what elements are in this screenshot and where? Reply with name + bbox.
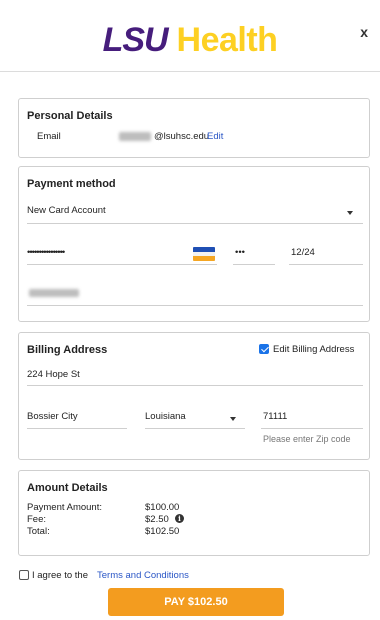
fee-value: $2.50 bbox=[145, 514, 169, 525]
email-domain: @lsuhsc.edu bbox=[154, 131, 210, 142]
edit-email-link[interactable]: Edit bbox=[207, 131, 223, 142]
payment-method-underline bbox=[27, 223, 363, 224]
zip-hint: Please enter Zip code bbox=[263, 434, 351, 444]
header: LSU Health x bbox=[0, 0, 380, 72]
card-number-underline bbox=[27, 264, 217, 265]
payment-method-value: New Card Account bbox=[27, 205, 106, 216]
cardholder-name-redacted bbox=[29, 289, 79, 297]
total-value: $102.50 bbox=[145, 526, 180, 537]
billing-address-title: Billing Address bbox=[27, 344, 108, 356]
payment-method-card: Payment method New Card Account ••••••••… bbox=[18, 166, 370, 322]
fee-label: Fee: bbox=[27, 514, 47, 525]
edit-billing-label: Edit Billing Address bbox=[273, 344, 355, 355]
pay-button[interactable]: PAY $102.50 bbox=[108, 588, 284, 616]
cvv-underline bbox=[233, 264, 275, 265]
zip-value: 71111 bbox=[263, 411, 288, 422]
amount-details-card: Amount Details Payment Amount: $100.00 F… bbox=[18, 470, 370, 556]
payment-amount-label: Payment Amount: bbox=[27, 502, 102, 513]
lsu-health-logo: LSU Health bbox=[0, 20, 380, 60]
credit-card-icon bbox=[193, 247, 215, 261]
state-underline bbox=[145, 428, 245, 429]
logo-health-text: Health bbox=[176, 21, 278, 59]
amount-details-title: Amount Details bbox=[27, 482, 108, 494]
personal-details-title: Personal Details bbox=[27, 110, 113, 122]
close-button[interactable]: x bbox=[360, 24, 368, 40]
card-number-value: •••••••••••••••• bbox=[27, 247, 65, 258]
city-underline bbox=[27, 428, 127, 429]
street-underline bbox=[27, 385, 363, 386]
billing-address-card: Billing Address Edit Billing Address 224… bbox=[18, 332, 370, 460]
info-icon[interactable]: i bbox=[175, 514, 184, 523]
state-value: Louisiana bbox=[145, 411, 186, 422]
chevron-down-icon bbox=[230, 417, 236, 421]
email-label: Email bbox=[37, 131, 61, 142]
zip-underline bbox=[261, 428, 363, 429]
terms-checkbox[interactable] bbox=[19, 570, 29, 580]
expiry-underline bbox=[289, 264, 363, 265]
edit-billing-checkbox[interactable] bbox=[259, 344, 269, 354]
cvv-value: ••• bbox=[235, 247, 245, 258]
email-user-redacted bbox=[119, 132, 151, 141]
payment-amount-value: $100.00 bbox=[145, 502, 180, 513]
personal-details-card: Personal Details Email @lsuhsc.edu Edit bbox=[18, 98, 370, 158]
total-label: Total: bbox=[27, 526, 50, 537]
logo-lsu-text: LSU bbox=[102, 21, 169, 59]
expiry-value: 12/24 bbox=[291, 247, 315, 258]
terms-prefix: I agree to the bbox=[32, 570, 88, 581]
street-value: 224 Hope St bbox=[27, 369, 80, 380]
payment-method-title: Payment method bbox=[27, 178, 116, 190]
terms-link[interactable]: Terms and Conditions bbox=[97, 570, 189, 581]
chevron-down-icon bbox=[347, 211, 353, 215]
city-value: Bossier City bbox=[27, 411, 78, 422]
cardholder-underline bbox=[27, 305, 363, 306]
